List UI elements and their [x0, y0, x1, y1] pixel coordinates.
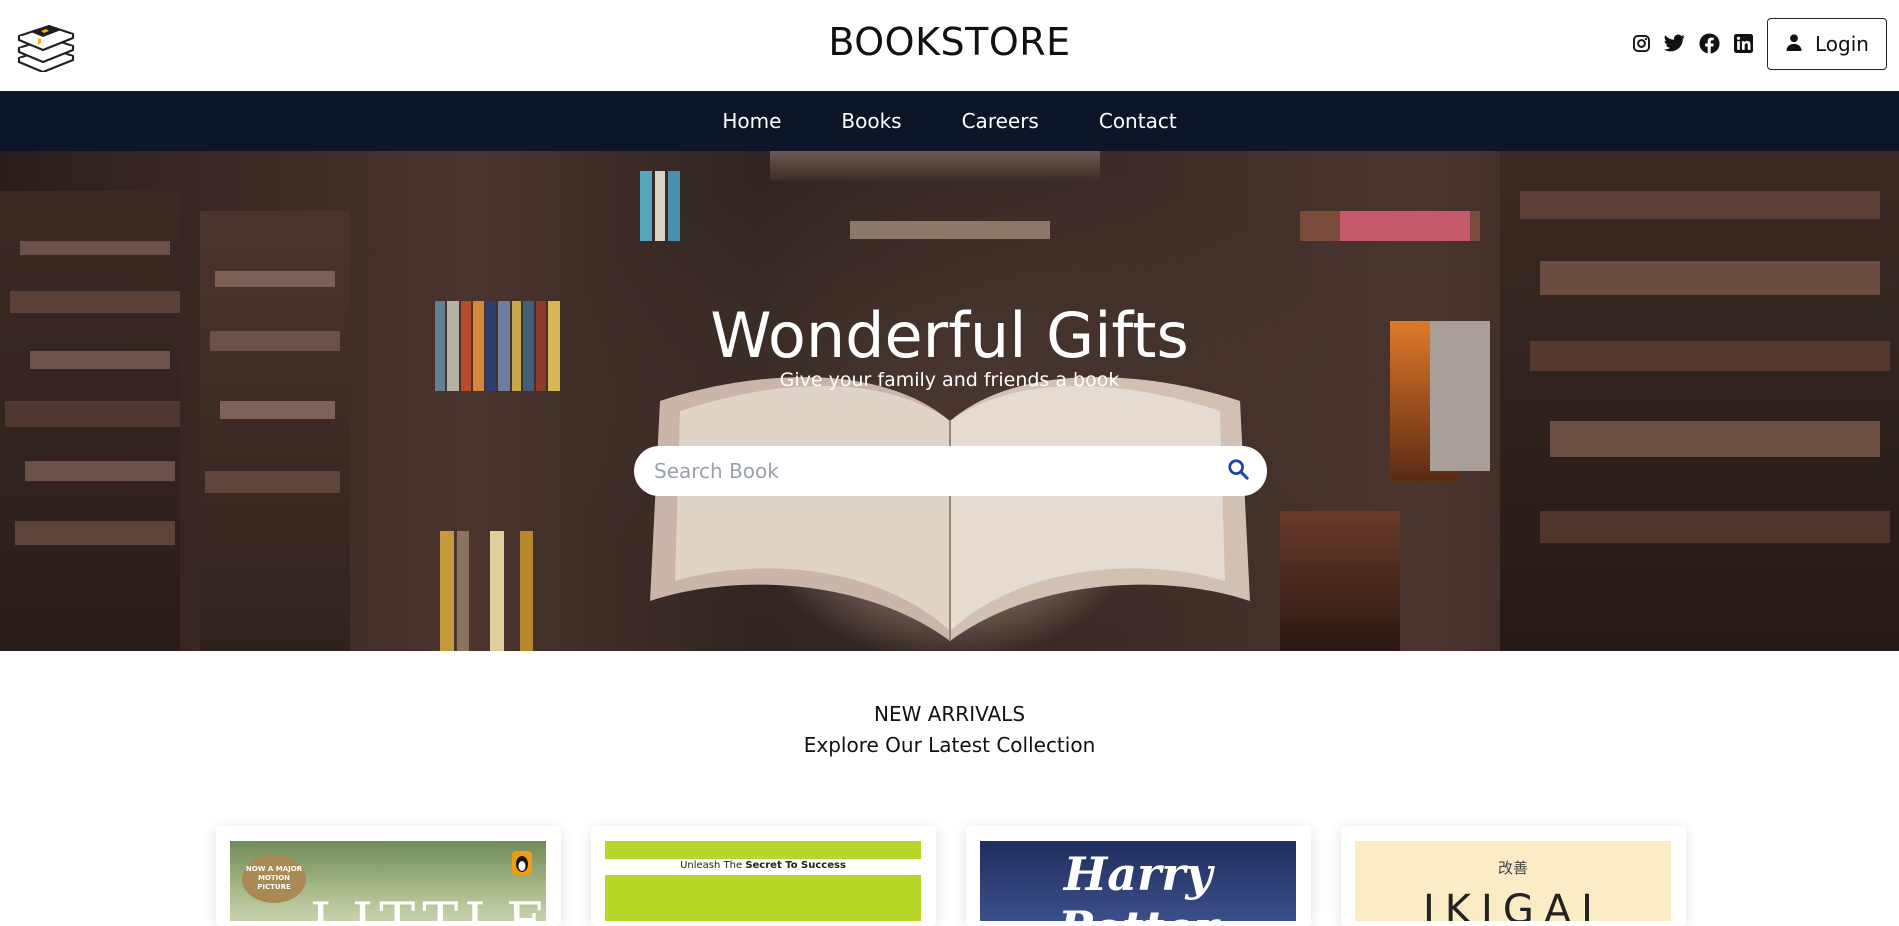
book-card[interactable]: Unleash The Secret To Success: [591, 826, 936, 926]
cover-title: IKIGAI: [1423, 887, 1603, 921]
site-brand: BOOKSTORE: [828, 20, 1071, 64]
linkedin-icon[interactable]: [1732, 32, 1754, 54]
cover-badge: NOW A MAJOR MOTION PICTURE: [242, 855, 306, 903]
book-card[interactable]: NOW A MAJOR MOTION PICTURE LITTLE: [216, 826, 561, 926]
cover-title: Harry Potter: [1058, 847, 1218, 921]
book-cover[interactable]: Harry Potter: [980, 841, 1296, 921]
user-icon: [1785, 32, 1803, 56]
book-card[interactable]: Harry Potter: [966, 826, 1311, 926]
cover-tagline: Unleash The Secret To Success: [680, 860, 846, 871]
cover-title: LITTLE: [310, 891, 546, 921]
hero-banner: Wonderful Gifts Give your family and fri…: [0, 151, 1899, 651]
cover-kanji: 改善: [1497, 859, 1528, 877]
nav-item-contact[interactable]: Contact: [1069, 109, 1207, 133]
main-nav: Home Books Careers Contact: [0, 91, 1899, 151]
section-subheading: Explore Our Latest Collection: [803, 733, 1096, 757]
hero-subtitle: Give your family and friends a book: [779, 369, 1120, 391]
instagram-icon[interactable]: [1630, 32, 1652, 54]
login-label: Login: [1815, 32, 1869, 56]
nav-item-books[interactable]: Books: [811, 109, 931, 133]
nav-item-careers[interactable]: Careers: [932, 109, 1069, 133]
book-cover[interactable]: Unleash The Secret To Success: [605, 841, 921, 921]
section-heading: NEW ARRIVALS: [873, 702, 1026, 726]
search-input[interactable]: [654, 459, 1227, 483]
login-button[interactable]: Login: [1767, 18, 1887, 70]
search-bar: [634, 446, 1267, 496]
book-cover[interactable]: NOW A MAJOR MOTION PICTURE LITTLE: [230, 841, 546, 921]
nav-item-home[interactable]: Home: [692, 109, 811, 133]
site-header: BOOKSTORE Login: [0, 0, 1899, 91]
facebook-icon[interactable]: [1698, 32, 1720, 54]
twitter-icon[interactable]: [1663, 32, 1685, 54]
book-cover[interactable]: 改善 IKIGAI: [1355, 841, 1671, 921]
search-icon[interactable]: [1227, 458, 1249, 484]
hero-title: Wonderful Gifts: [710, 299, 1189, 372]
book-card[interactable]: 改善 IKIGAI: [1341, 826, 1686, 926]
